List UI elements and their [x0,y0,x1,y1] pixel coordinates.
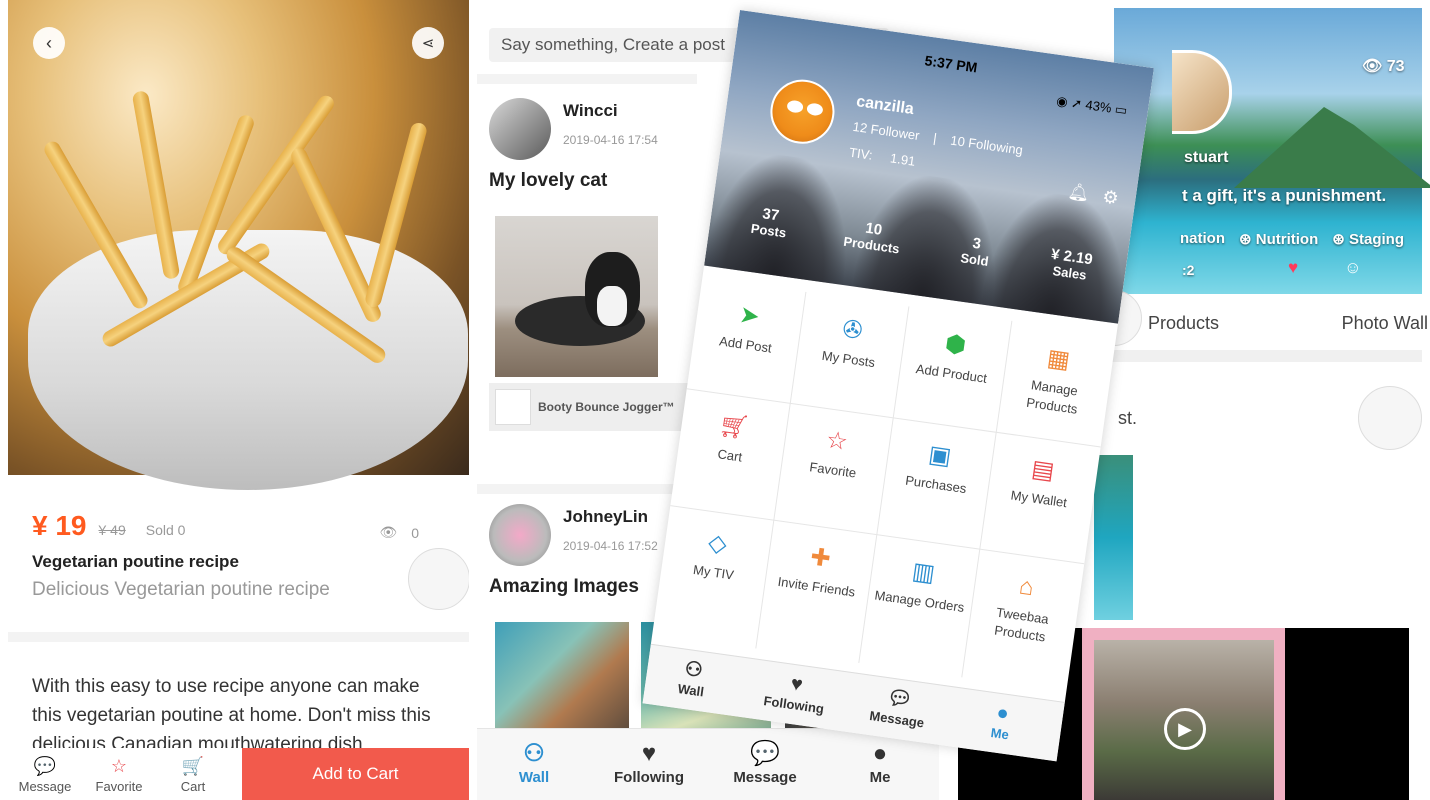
chat-icon: 💬 [33,756,57,776]
avatar[interactable] [489,504,551,566]
message-button[interactable]: 💬 Message [10,756,80,794]
paper-plane-icon: ➤ [737,301,762,331]
bottom-tab-bar: ⚇ Wall ♥ Following 💬 Message ● Me [477,728,939,800]
floating-action-button[interactable] [1358,386,1422,450]
chat-icon: 💬 [750,740,780,767]
post-title: My lovely cat [489,170,608,191]
profile-tag: nation [1180,230,1225,247]
tab-message[interactable]: 💬 Message [720,739,810,786]
product-description: With this easy to use recipe anyone can … [32,676,431,755]
tab-message[interactable]: 💬︎ Message [856,680,941,732]
bell-icon[interactable]: 🔔︎ [1067,182,1091,205]
eye-shape [806,102,824,117]
post-image[interactable] [495,622,629,732]
camera-aperture-icon: ✇ [840,315,865,346]
profile-count: :2 [1182,262,1195,278]
menu-add-post[interactable]: ➤ Add Post [695,293,802,360]
avatar[interactable] [489,98,551,160]
linked-product-name: Booty Bounce Jogger™ [538,400,675,414]
cart-button[interactable]: 🛒 Cart [158,756,228,794]
eye-icon: 👁 [379,524,398,540]
tab-me[interactable]: ● Me [835,739,925,786]
profile-actions: ♥ ☺ [1288,258,1361,278]
eye-shape [786,99,804,114]
menu-manage-orders[interactable]: ▥ Manage Orders [869,550,976,617]
cover-photo [1114,8,1430,294]
mountain-shape [1234,107,1430,188]
favorite-button[interactable]: ☆ Favorite [84,756,154,794]
product-image [8,0,469,490]
menu-invite-friends[interactable]: ✚ Invite Friends [766,536,873,603]
cart-icon: 🛒 [181,756,205,776]
add-to-cart-button[interactable]: Add to Cart [242,748,469,800]
tab-following[interactable]: ♥ Following [753,666,838,718]
diamond-icon: ◇ [706,528,729,559]
post-date: 2019-04-16 17:52 [563,539,658,553]
price: ¥ 19 [32,510,87,541]
product-title: Vegetarian poutine recipe [32,552,239,571]
section-divider [477,74,697,84]
menu-manage-products[interactable]: ▦ Manage Products [1001,337,1110,422]
post-title: Amazing Images [489,576,639,597]
profile-motto: t a gift, it's a punishment. [1182,186,1387,205]
tab-following[interactable]: ♥ Following [604,739,694,786]
profile-name: stuart [1184,149,1229,166]
eye-icon: 👁 [1362,58,1383,75]
tab-me[interactable]: ● Me [959,695,1044,747]
play-icon[interactable]: ▶ [1164,708,1206,750]
profile-tags: nation ⊛ Nutrition ⊛ Staging [1180,230,1404,248]
wall-icon: ⚇ [523,740,545,767]
box-icon: ▣ [926,440,954,471]
gear-icon[interactable]: ⚙ [1101,186,1120,209]
product-subtitle: Delicious Vegetarian poutine recipe [32,579,330,600]
tab-products[interactable]: Products [1148,313,1219,334]
menu-purchases[interactable]: ▣ Purchases [885,433,992,500]
cart-icon: 🛒︎ [716,411,751,443]
menu-add-product[interactable]: ⬢ Add Product [901,322,1008,389]
product-bottom-bar: 💬 Message ☆ Favorite 🛒 Cart Add to Cart [8,748,469,800]
cat-shape [597,286,627,326]
menu-cart[interactable]: 🛒︎ Cart [679,404,786,471]
section-divider [8,632,469,642]
section-divider [477,484,697,494]
menu-tweebaa-products[interactable]: ⌂ Tweebaa Products [969,565,1078,650]
post-username[interactable]: JohneyLin [563,507,648,527]
original-price: ¥ 49 [98,522,126,538]
store-icon: ⌂ [1017,572,1036,602]
floating-action-button[interactable] [408,548,469,610]
view-count: 👁 0 [379,524,419,541]
wallet-icon: ▤ [1029,455,1057,486]
photo-thumbnail[interactable] [1094,455,1133,620]
profile-tabs: Products Photo Wall [1148,313,1428,334]
post-image[interactable] [495,216,658,377]
section-divider [1108,350,1422,362]
menu-favorite[interactable]: ☆ Favorite [782,419,889,486]
menu-my-wallet[interactable]: ▤ My Wallet [988,448,1095,515]
tab-photo-wall[interactable]: Photo Wall [1342,313,1428,334]
user-icon: ● [872,740,888,767]
heart-icon[interactable]: ♥ [1288,258,1298,278]
empty-state-text: st. [1118,408,1138,428]
share-icon[interactable]: ⋖ [412,27,444,59]
sold-count: Sold 0 [145,522,186,538]
menu-my-tiv[interactable]: ◇ My TIV [663,521,770,588]
product-detail-screen: ‹ ⋖ ¥ 19 ¥ 49 Sold 0 👁 0 Vegetarian pout… [8,0,469,800]
status-time: 5:37 PM [923,52,979,76]
post-date: 2019-04-16 17:54 [563,133,658,147]
product-thumbnail [495,389,531,425]
post-username[interactable]: Wincci [563,101,618,121]
profile-tag: ⊛ Nutrition [1239,231,1319,248]
menu-my-posts[interactable]: ✇ My Posts [798,308,905,375]
divider: | [932,130,938,146]
chat-icon[interactable]: ☺ [1344,258,1361,278]
star-icon: ☆ [824,426,850,457]
heart-icon: ♥ [641,740,657,767]
star-icon: ☆ [110,756,128,776]
view-count: 👁 73 [1362,58,1405,75]
tab-wall[interactable]: ⚇ Wall [489,739,579,786]
profile-tag: ⊛ Staging [1332,231,1404,248]
back-arrow-icon[interactable]: ‹ [33,27,65,59]
tab-wall[interactable]: ⚇ Wall [650,652,735,704]
grid-icon: ▦ [1045,344,1072,375]
